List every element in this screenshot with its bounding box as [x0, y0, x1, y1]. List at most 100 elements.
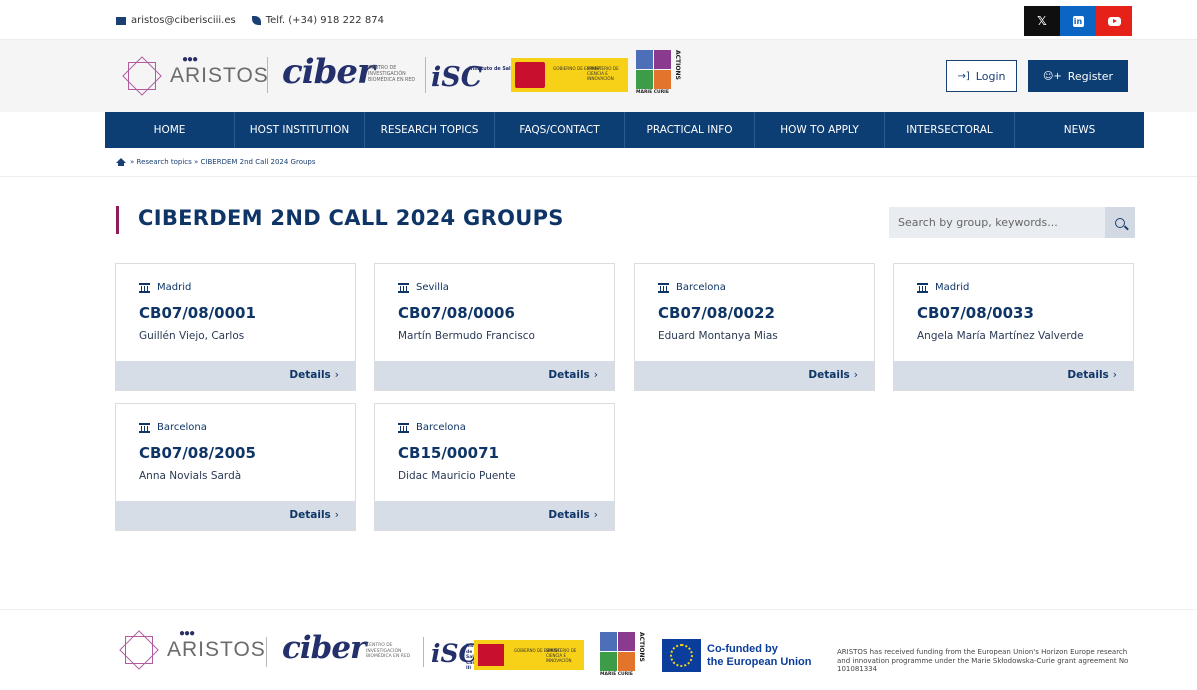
group-city-label: Barcelona [157, 422, 207, 433]
group-code[interactable]: CB07/08/0033 [917, 304, 1034, 322]
nav-item-host-institution[interactable]: HOST INSTITUTION [235, 112, 365, 148]
nav-item-practical-info[interactable]: PRACTICAL INFO [625, 112, 755, 148]
nav-item-research-topics[interactable]: RESEARCH TOPICS [365, 112, 495, 148]
nav-item-home[interactable]: HOME [105, 112, 235, 148]
group-card[interactable]: Barcelona CB07/08/0022 Eduard Montanya Mia… [634, 263, 875, 391]
eu-stars-icon [670, 644, 693, 667]
group-code[interactable]: CB07/08/0001 [139, 304, 256, 322]
details-label: Details [1067, 369, 1109, 381]
logo-separator [423, 637, 424, 667]
user-plus-icon: ☺+ [1042, 70, 1062, 82]
login-icon: →] [957, 70, 970, 82]
login-label: Login [975, 69, 1006, 83]
nav-item-intersectoral[interactable]: INTERSECTORAL [885, 112, 1015, 148]
group-leader: Eduard Montanya Mias [658, 330, 778, 342]
contact-phone[interactable]: Telf. (+34) 918 222 874 [266, 15, 384, 26]
group-code[interactable]: CB07/08/2005 [139, 444, 256, 462]
group-code[interactable]: CB15/00071 [398, 444, 499, 462]
group-card-footer: Details › [635, 361, 874, 390]
search-icon [1115, 217, 1125, 228]
footer-aristos-logo[interactable]: ●●● ARISTOS [117, 628, 266, 670]
register-button[interactable]: ☺+ Register [1028, 60, 1128, 92]
group-city-label: Barcelona [416, 422, 466, 433]
aristos-logo-text: ●●● ARISTOS [167, 628, 266, 660]
group-card[interactable]: Madrid CB07/08/0001 Guillén Viejo, Carlos D… [115, 263, 356, 391]
search-input[interactable] [889, 207, 1105, 238]
group-card[interactable]: Madrid CB07/08/0033 Angela María Martínez … [893, 263, 1134, 391]
divider [0, 176, 1197, 177]
nav-item-faqs-contact[interactable]: FAQS/CONTACT [495, 112, 625, 148]
group-city: Sevilla [398, 282, 449, 293]
group-leader: Anna Novials Sardà [139, 470, 242, 482]
details-link[interactable]: Details › [1067, 369, 1117, 381]
youtube-icon-button[interactable] [1096, 6, 1132, 36]
group-city-label: Sevilla [416, 282, 449, 293]
login-button[interactable]: →] Login [946, 60, 1017, 92]
group-city-label: Madrid [935, 282, 970, 293]
spain-shield-icon [478, 644, 504, 666]
chevron-right-icon: › [853, 369, 858, 381]
home-icon[interactable] [116, 157, 126, 166]
details-label: Details [808, 369, 850, 381]
details-link[interactable]: Details › [289, 369, 339, 381]
eu-flag-icon [662, 639, 701, 672]
breadcrumb-current: CIBERDEM 2nd Call 2024 Groups [200, 158, 316, 166]
group-card[interactable]: Sevilla CB07/08/0006 Martín Bermudo Franci… [374, 263, 615, 391]
group-leader: Guillén Viejo, Carlos [139, 330, 245, 342]
contact-email[interactable]: aristos@ciberisciii.es [131, 15, 236, 26]
phone-icon [251, 16, 261, 25]
footer-ciber-subtitle: CENTRO DE INVESTIGACIÓN BIOMÉDICA EN RED [366, 643, 411, 659]
main-nav: HOME HOST INSTITUTION RESEARCH TOPICS FAQS/… [105, 112, 1144, 148]
details-link[interactable]: Details › [808, 369, 858, 381]
youtube-icon [1107, 16, 1121, 26]
aristos-logo[interactable]: ●●● ARISTOS [120, 54, 269, 96]
breadcrumb: » Research topics » CIBERDEM 2nd Call 20… [116, 157, 316, 166]
footer-gobierno-logo[interactable]: GOBIERNO DE ESPAÑA MINISTERIO DE CIENCIA… [474, 640, 584, 670]
ciber-logo[interactable]: ciber [282, 52, 375, 92]
register-label: Register [1067, 69, 1114, 83]
envelope-icon [116, 16, 126, 25]
x-twitter-icon[interactable]: 𝕏 [1024, 6, 1060, 36]
institution-icon [658, 282, 669, 293]
marie-curie-logo[interactable]: MARIE CURIE ACTIONS [636, 50, 684, 100]
gobierno-logo[interactable]: GOBIERNO DE ESPAÑA MINISTERIO DE CIENCIA… [511, 58, 628, 92]
group-code[interactable]: CB07/08/0022 [658, 304, 775, 322]
footer-ciber-logo[interactable]: ciber [282, 630, 366, 666]
linkedin-icon: in [1072, 15, 1084, 27]
contact-phone-wrap: Telf. (+34) 918 222 874 [251, 15, 384, 26]
nav-item-news[interactable]: NEWS [1015, 112, 1144, 148]
marie-curie-actions: ACTIONS [638, 632, 645, 662]
search-box [889, 207, 1135, 238]
linkedin-icon-button[interactable]: in [1060, 6, 1096, 36]
group-leader: Didac Mauricio Puente [398, 470, 516, 482]
nav-item-how-to-apply[interactable]: HOW TO APPLY [755, 112, 885, 148]
funding-note: ARISTOS has received funding from the Eu… [837, 648, 1129, 673]
site-header: ●●● ARISTOS ciber CENTRO DE INVESTIGACIÓ… [0, 40, 1197, 112]
breadcrumb-research-topics[interactable]: Research topics [137, 158, 192, 166]
group-card[interactable]: Barcelona CB07/08/2005 Anna Novials Sardà D… [115, 403, 356, 531]
group-city: Barcelona [398, 422, 466, 433]
details-link[interactable]: Details › [548, 369, 598, 381]
group-card-footer: Details › [375, 361, 614, 390]
aristos-dots-icon: ●●● [179, 627, 195, 639]
eu-line-1: Co-funded by [707, 643, 778, 655]
institution-icon [398, 282, 409, 293]
footer-marie-curie-logo[interactable]: MARIE CURIE ACTIONS [600, 632, 650, 684]
group-city-label: Madrid [157, 282, 192, 293]
eu-line-2: the European Union [707, 656, 812, 668]
site-footer: ●●● ARISTOS ciber CENTRO DE INVESTIGACIÓ… [0, 609, 1197, 690]
title-accent [116, 206, 119, 234]
details-link[interactable]: Details › [289, 509, 339, 521]
group-city-label: Barcelona [676, 282, 726, 293]
group-card[interactable]: Barcelona CB15/00071 Didac Mauricio Puente… [374, 403, 615, 531]
details-link[interactable]: Details › [548, 509, 598, 521]
details-label: Details [548, 509, 590, 521]
breadcrumb-sep: » [194, 158, 199, 166]
search-button[interactable] [1105, 207, 1135, 238]
aristos-dots-icon: ●●● [182, 53, 198, 65]
breadcrumb-sep: » [130, 158, 135, 166]
chevron-right-icon: › [334, 369, 339, 381]
details-label: Details [289, 369, 331, 381]
institution-icon [398, 422, 409, 433]
group-code[interactable]: CB07/08/0006 [398, 304, 515, 322]
